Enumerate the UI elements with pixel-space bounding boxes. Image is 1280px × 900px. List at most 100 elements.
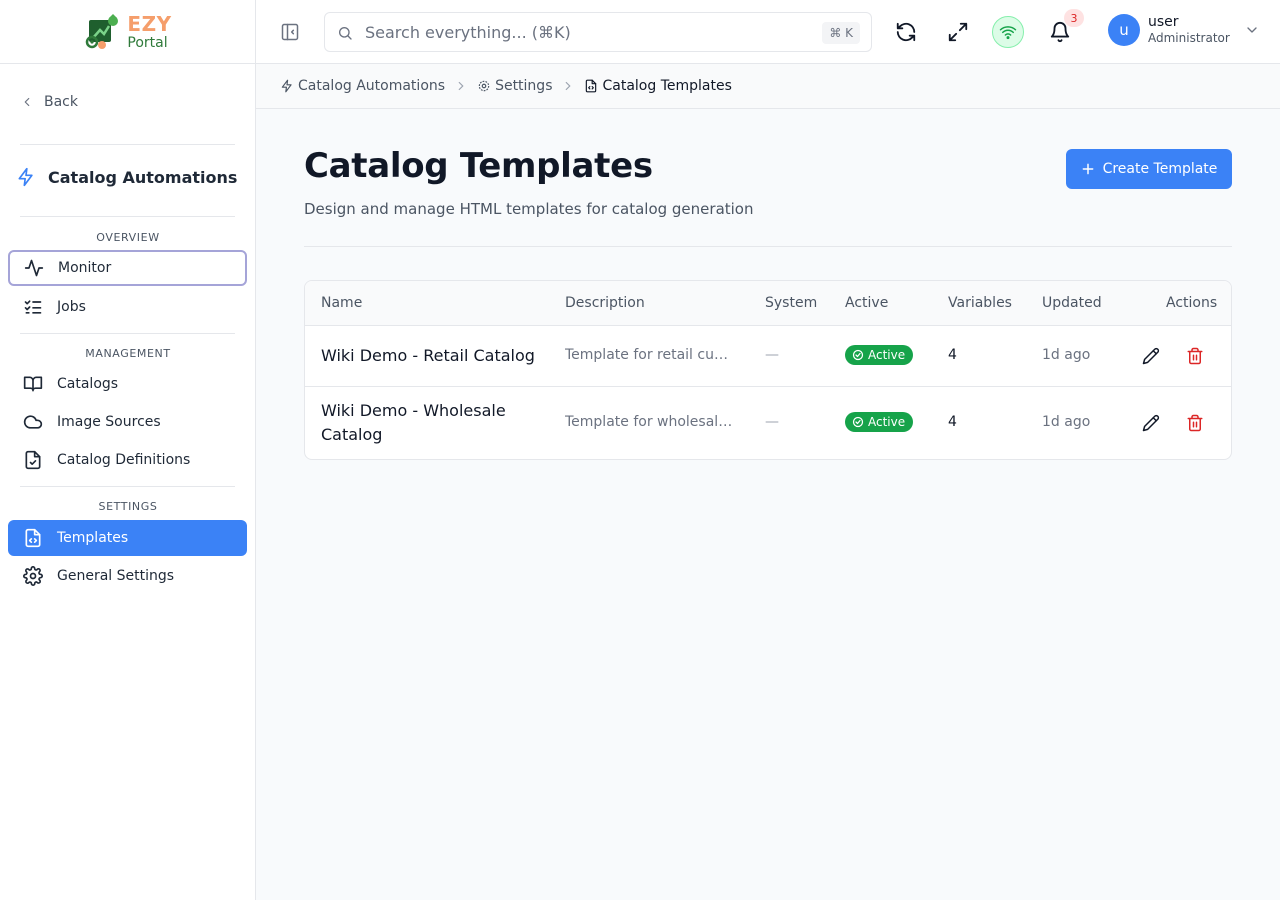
- template-variables: 4: [948, 414, 957, 430]
- chevron-down-icon: [1247, 27, 1257, 33]
- status-badge-label: Active: [868, 415, 906, 429]
- sidebar-item-catalog-definitions[interactable]: Catalog Definitions: [8, 442, 247, 478]
- column-header-updated[interactable]: Updated: [1042, 295, 1102, 311]
- breadcrumb-label: Settings: [495, 78, 553, 94]
- divider: [20, 144, 235, 145]
- module-title: Catalog Automations: [48, 167, 238, 187]
- breadcrumb-bar: Catalog Automations Settings Catalog Tem…: [256, 64, 1280, 109]
- module-header: Catalog Automations: [16, 164, 237, 190]
- user-role: Administrator: [1148, 31, 1230, 46]
- divider: [20, 486, 235, 487]
- template-updated: 1d ago: [1042, 414, 1091, 430]
- search-shortcut: ⌘ K: [822, 22, 860, 44]
- chevron-left-icon: [24, 97, 30, 107]
- sidebar-item-label: Monitor: [58, 260, 112, 276]
- template-variables: 4: [948, 347, 957, 363]
- notification-badge: 3: [1064, 9, 1084, 27]
- sidebar-item-label: Image Sources: [57, 414, 161, 430]
- check-circle-icon: [852, 416, 864, 428]
- template-name[interactable]: Wiki Demo - Retail Catalog: [321, 344, 541, 368]
- create-template-button[interactable]: Create Template: [1066, 149, 1232, 189]
- sidebar-toggle-icon[interactable]: [280, 22, 300, 42]
- logo-mark-icon: [86, 13, 119, 49]
- logo[interactable]: EZY Portal: [83, 12, 171, 52]
- logo-area: EZY Portal: [0, 0, 255, 64]
- divider: [20, 333, 235, 334]
- back-label: Back: [44, 94, 78, 110]
- book-open-icon: [23, 376, 43, 392]
- zap-icon: [18, 167, 33, 187]
- breadcrumb-label: Catalog Templates: [602, 78, 732, 94]
- sidebar-item-jobs[interactable]: Jobs: [8, 289, 247, 325]
- sidebar-item-templates[interactable]: Templates: [8, 520, 247, 556]
- gear-icon: [478, 80, 490, 92]
- section-label-management: MANAGEMENT: [85, 347, 171, 360]
- status-badge-label: Active: [868, 348, 906, 362]
- avatar: u: [1108, 14, 1140, 46]
- sidebar-item-catalogs[interactable]: Catalogs: [8, 366, 247, 402]
- template-updated: 1d ago: [1042, 347, 1091, 363]
- refresh-icon[interactable]: [895, 21, 917, 43]
- check-circle-icon: [852, 349, 864, 361]
- template-system: —: [765, 414, 779, 430]
- divider: [20, 216, 235, 217]
- sidebar-item-image-sources[interactable]: Image Sources: [8, 404, 247, 440]
- sidebar-item-label: Catalog Definitions: [57, 452, 191, 468]
- breadcrumb-item-catalog-templates: Catalog Templates: [584, 78, 732, 94]
- breadcrumb: Catalog Automations Settings Catalog Tem…: [280, 76, 732, 96]
- section-label-overview: OVERVIEW: [96, 231, 160, 244]
- section-label-settings: SETTINGS: [98, 500, 158, 513]
- status-badge: Active: [845, 412, 914, 432]
- zap-icon: [281, 79, 292, 93]
- file-check-icon: [25, 450, 41, 470]
- column-header-name[interactable]: Name: [321, 295, 362, 311]
- template-description: Template for retail customers: [565, 347, 735, 363]
- breadcrumb-label: Catalog Automations: [298, 78, 446, 94]
- page-subtitle: Design and manage HTML templates for cat…: [304, 200, 754, 218]
- sidebar: EZY Portal Back Catalog Automations OVER…: [0, 0, 256, 900]
- column-header-variables[interactable]: Variables: [948, 295, 1012, 311]
- user-name: user: [1148, 14, 1179, 31]
- file-code-icon: [586, 79, 597, 93]
- sidebar-item-label: General Settings: [57, 568, 175, 584]
- trash-icon[interactable]: [1186, 414, 1204, 432]
- cloud-icon: [23, 415, 43, 429]
- activity-icon: [24, 259, 44, 277]
- connection-status-button[interactable]: [992, 16, 1024, 48]
- breadcrumb-item-catalog-automations[interactable]: Catalog Automations: [280, 78, 445, 94]
- status-badge: Active: [845, 345, 914, 365]
- user-menu[interactable]: u user Administrator: [1108, 14, 1260, 46]
- fullscreen-icon[interactable]: [947, 21, 969, 43]
- templates-table: Name Description System Active Variables…: [304, 280, 1232, 460]
- file-code-icon: [25, 528, 41, 548]
- template-system: —: [765, 347, 779, 363]
- table-row[interactable]: Wiki Demo - Wholesale Catalog Template f…: [305, 387, 1231, 459]
- template-name[interactable]: Wiki Demo - Wholesale Catalog: [321, 399, 541, 447]
- page-title: Catalog Templates: [304, 146, 653, 186]
- trash-icon[interactable]: [1186, 347, 1204, 365]
- search-box[interactable]: ⌘ K: [324, 12, 872, 52]
- breadcrumb-item-settings[interactable]: Settings: [477, 78, 552, 94]
- create-template-label: Create Template: [1102, 161, 1218, 177]
- search-icon: [339, 27, 352, 40]
- plus-icon: [1082, 163, 1093, 175]
- table-row[interactable]: Wiki Demo - Retail Catalog Template for …: [305, 326, 1231, 387]
- logo-text-portal: Portal: [127, 34, 168, 51]
- edit-icon[interactable]: [1142, 347, 1160, 365]
- column-header-description[interactable]: Description: [565, 295, 645, 311]
- search-input[interactable]: [365, 21, 805, 43]
- sidebar-item-monitor[interactable]: Monitor: [8, 250, 247, 286]
- column-header-active[interactable]: Active: [845, 295, 888, 311]
- chevron-right-icon: [566, 81, 572, 91]
- column-header-system[interactable]: System: [765, 295, 817, 311]
- sidebar-item-label: Catalogs: [57, 376, 119, 392]
- logo-text-ezy: EZY: [127, 11, 172, 36]
- back-link[interactable]: Back: [20, 90, 78, 114]
- edit-icon[interactable]: [1142, 414, 1160, 432]
- chevron-right-icon: [458, 81, 464, 91]
- sidebar-item-general-settings[interactable]: General Settings: [8, 558, 247, 594]
- sidebar-item-label: Templates: [57, 530, 129, 546]
- column-header-actions: Actions: [1166, 295, 1218, 311]
- wifi-icon: [999, 26, 1017, 40]
- list-checks-icon: [24, 300, 42, 314]
